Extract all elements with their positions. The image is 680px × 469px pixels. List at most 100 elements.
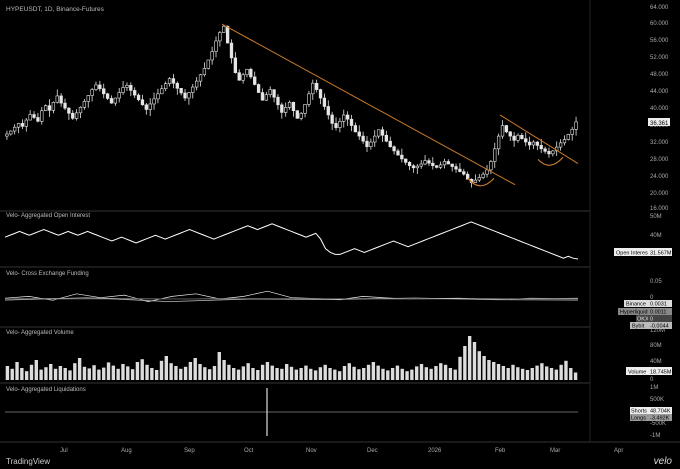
- liq-tag-label: Shorts: [631, 409, 647, 415]
- volume-bar: [111, 365, 116, 380]
- volume-bar: [453, 369, 457, 380]
- volume-bar: [82, 366, 87, 380]
- candle-body: [241, 74, 245, 81]
- candle-body: [543, 148, 547, 152]
- oi-tag-value: 31.567M: [650, 251, 672, 257]
- price-tick: 28.000: [650, 157, 669, 163]
- candle-body: [74, 112, 79, 119]
- candle-body: [47, 105, 52, 111]
- volume-bar: [188, 362, 193, 380]
- funding-tag-value: 0.0031: [650, 302, 667, 308]
- volume-bar: [58, 366, 63, 380]
- candle-body: [535, 141, 540, 146]
- volume-bar: [419, 364, 424, 380]
- volume-bar: [15, 362, 19, 380]
- volume-bar: [443, 364, 448, 380]
- volume-bar: [164, 356, 168, 380]
- volume-bar: [525, 370, 530, 380]
- volume-bar: [34, 360, 38, 380]
- tradingview-logo[interactable]: TradingView: [6, 457, 50, 466]
- candle-body: [303, 104, 307, 114]
- volume-bar: [39, 369, 43, 380]
- candle-body: [179, 88, 183, 94]
- oi-tick: 50M: [650, 214, 662, 220]
- candle-body: [435, 165, 439, 168]
- volume-bar: [44, 367, 48, 380]
- volume-bar: [116, 368, 120, 380]
- volume-bar: [362, 368, 366, 380]
- volume-bar: [174, 366, 178, 380]
- candle-body: [423, 160, 427, 165]
- volume-bar: [121, 364, 125, 380]
- volume-bar: [434, 366, 438, 380]
- volume-bar: [390, 368, 395, 380]
- candle-body: [272, 89, 276, 98]
- volume-bar: [265, 362, 270, 380]
- candle-body: [214, 40, 218, 52]
- funding-tag-label: Binance: [626, 302, 646, 308]
- candle-body: [256, 84, 261, 93]
- candle-body: [9, 130, 13, 135]
- candle-body: [117, 92, 121, 99]
- candle-body: [373, 135, 377, 143]
- volume-bar: [463, 346, 467, 380]
- candle-body: [562, 139, 567, 144]
- candle-body: [462, 171, 466, 175]
- candle-body: [493, 148, 497, 162]
- candle-body: [458, 168, 462, 172]
- candle-body: [419, 163, 423, 167]
- candle-body: [508, 131, 512, 137]
- volume-bar: [545, 366, 549, 380]
- time-tick: Oct: [244, 448, 254, 454]
- time-tick: Nov: [306, 448, 317, 454]
- volume-bar: [496, 364, 501, 380]
- candle-body: [345, 114, 350, 120]
- candle-body: [388, 140, 392, 147]
- volume-bars: [5, 336, 578, 380]
- volume-bar: [501, 366, 506, 380]
- volume-bar: [68, 370, 72, 380]
- volume-bar: [130, 369, 135, 380]
- candle-body: [105, 93, 110, 99]
- candle-body: [28, 114, 32, 121]
- candle-body: [82, 101, 87, 108]
- candle-body: [59, 95, 63, 104]
- volume-bar: [569, 368, 573, 380]
- candle-body: [566, 134, 570, 140]
- chart-canvas[interactable]: HYPEUSDT, 1D, Binance-Futures Velo- Aggr…: [0, 0, 680, 469]
- price-tick: 24.000: [650, 174, 669, 180]
- oi-series-line: [4, 221, 579, 260]
- candle-body: [574, 121, 578, 130]
- candle-body: [357, 131, 361, 137]
- volume-bar: [179, 368, 183, 380]
- price-tick: 44.000: [650, 89, 669, 95]
- candle-body: [500, 125, 505, 137]
- candle-body: [442, 161, 447, 166]
- price-tick: 16.000: [650, 206, 669, 212]
- candle-body: [24, 119, 28, 127]
- candle-body: [326, 106, 330, 116]
- volume-bar: [232, 368, 236, 380]
- candle-body: [485, 169, 489, 175]
- candle-body: [152, 98, 156, 105]
- liq-tick: 500K: [650, 397, 664, 403]
- candle-body: [369, 141, 373, 147]
- candle-body: [225, 25, 230, 44]
- volume-bar: [87, 368, 91, 380]
- volume-bar: [24, 371, 29, 380]
- candle-body: [334, 123, 338, 128]
- candle-body: [376, 129, 381, 137]
- candle-body: [295, 110, 299, 119]
- velo-logo: velo: [653, 456, 672, 467]
- volume-bar: [169, 363, 173, 380]
- candle-body: [411, 165, 416, 169]
- candle-body: [136, 94, 141, 101]
- volume-pane-title: Velo- Aggregated Volume: [6, 330, 74, 336]
- volume-bar: [299, 368, 303, 380]
- volume-bar: [477, 351, 481, 380]
- price-tick: 64.000: [650, 5, 669, 11]
- candle-body: [233, 57, 238, 73]
- volume-bar: [333, 369, 337, 380]
- oi-tag-label: Open Interest: [616, 251, 650, 257]
- volume-bar: [352, 366, 356, 380]
